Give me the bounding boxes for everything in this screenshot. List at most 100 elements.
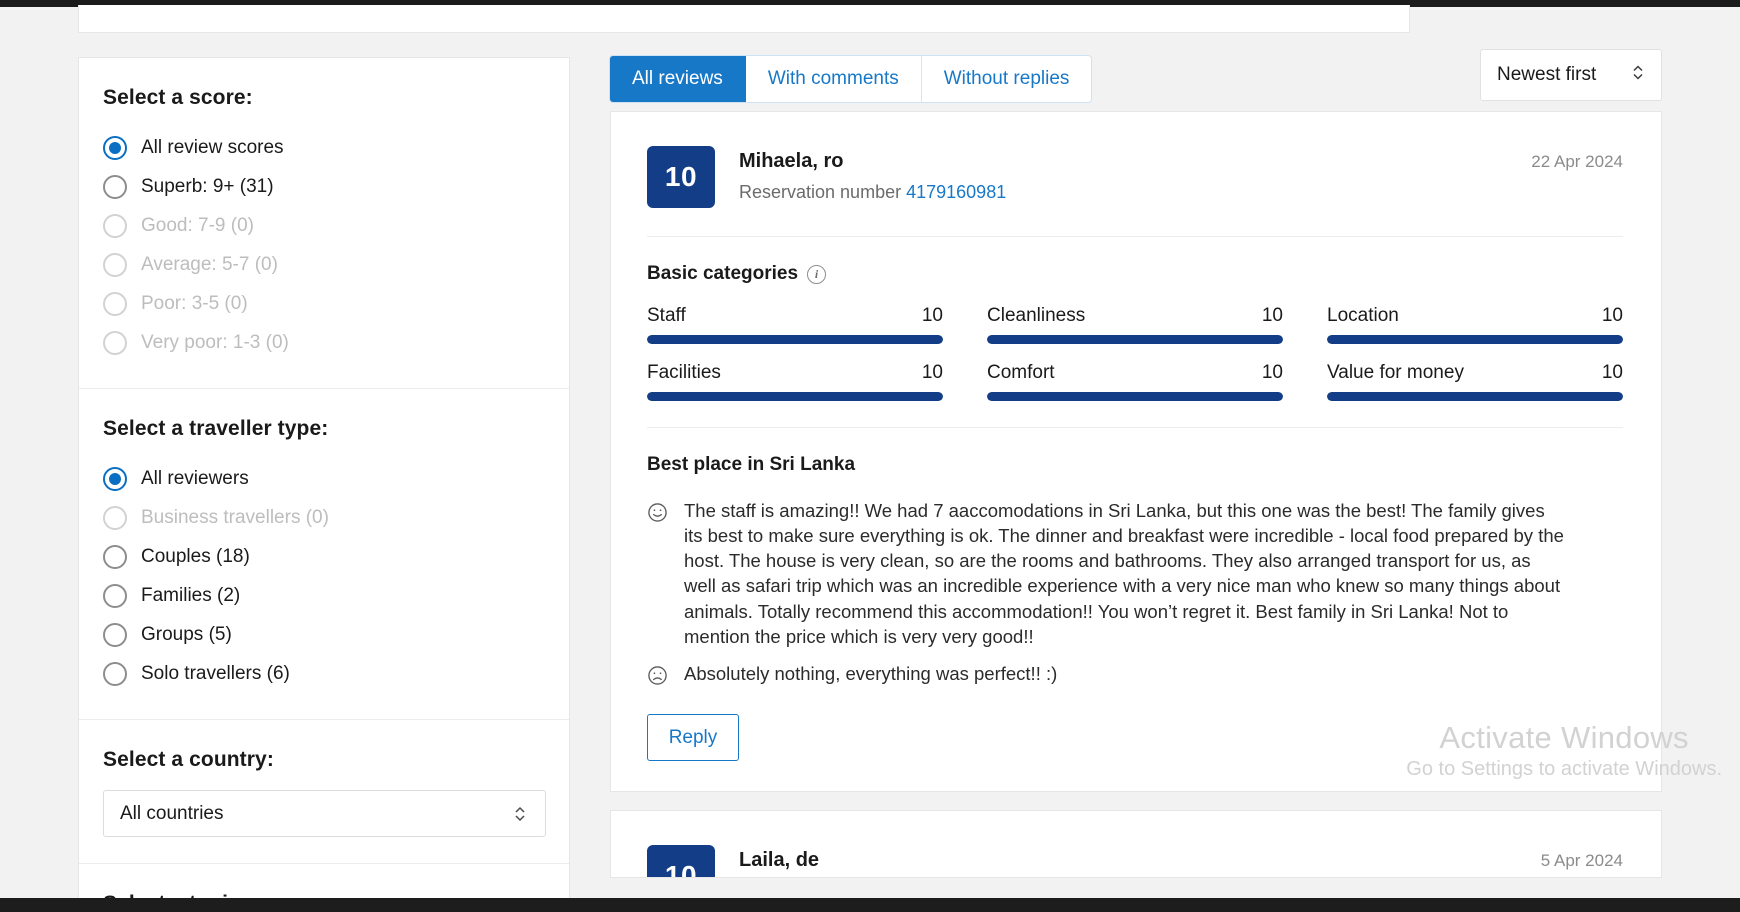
filter-option-label: Superb: 9+ (31) [141, 176, 274, 197]
basic-categories-label: Basic categories [647, 263, 799, 284]
category-item-value-for-money: Value for money 10 [1327, 362, 1623, 401]
category-value: 10 [921, 305, 943, 326]
chevron-updown-icon [513, 804, 527, 824]
reservation-label: Reservation number [739, 182, 902, 202]
chevron-updown-icon [1631, 63, 1645, 88]
info-icon[interactable]: i [807, 264, 827, 284]
tab-all-reviews[interactable]: All reviews [610, 56, 746, 102]
filter-option-very-poor: Very poor: 1-3 (0) [103, 323, 545, 362]
sort-order-value: Newest first [1497, 64, 1597, 85]
review-title: Best place in Sri Lanka [647, 454, 856, 475]
radio-icon[interactable] [103, 135, 127, 160]
negative-comment-row: Absolutely nothing, everything was perfe… [647, 661, 1623, 686]
filter-option-business-travellers: Business travellers (0) [103, 498, 545, 537]
category-item-facilities: Facilities 10 [647, 362, 943, 401]
frowny-face-icon [647, 665, 668, 686]
filter-option-label: Average: 5-7 (0) [141, 254, 278, 275]
category-name: Value for money [1327, 362, 1464, 383]
filter-option-label: Families (2) [141, 585, 241, 606]
reviews-toolbar: All reviews With comments Without replie… [610, 33, 1662, 111]
radio-icon [103, 330, 127, 355]
radio-icon[interactable] [103, 544, 127, 569]
review-card: 10 Laila, de 5 Apr 2024 [610, 810, 1662, 879]
country-select-value: All countries [120, 802, 224, 824]
reviewer-meta: Mihaela, ro Reservation number 417916098… [739, 146, 1006, 203]
filter-option-poor: Poor: 3-5 (0) [103, 284, 545, 323]
filter-section-traveller-type: Select a traveller type: All reviewers B… [79, 389, 569, 720]
category-item-cleanliness: Cleanliness 10 [987, 305, 1283, 344]
review-date: 22 Apr 2024 [1531, 152, 1623, 171]
category-value: 10 [1601, 362, 1623, 383]
category-name: Cleanliness [987, 305, 1086, 326]
positive-comment-text: The staff is amazing!! We had 7 aaccomod… [684, 500, 1564, 647]
category-bar [987, 392, 1283, 401]
filter-option-superb[interactable]: Superb: 9+ (31) [103, 167, 545, 206]
tab-without-replies[interactable]: Without replies [921, 56, 1092, 102]
positive-comment-row: The staff is amazing!! We had 7 aaccomod… [647, 498, 1623, 649]
category-value: 10 [921, 362, 943, 383]
category-bar [647, 335, 943, 344]
filter-option-average: Average: 5-7 (0) [103, 245, 545, 284]
radio-icon [103, 213, 127, 238]
category-bar [1327, 335, 1623, 344]
radio-icon [103, 291, 127, 316]
filter-option-label: Poor: 3-5 (0) [141, 293, 248, 314]
radio-icon[interactable] [103, 622, 127, 647]
review-body: Best place in Sri Lanka The staff is ama… [647, 428, 1623, 762]
tab-with-comments[interactable]: With comments [745, 56, 922, 102]
review-header: 10 Mihaela, ro Reservation number 417916… [647, 146, 1623, 237]
radio-icon [103, 505, 127, 530]
reservation-number-link[interactable]: 4179160981 [906, 182, 1006, 202]
filter-title-country: Select a country: [103, 748, 274, 771]
radio-icon[interactable] [103, 583, 127, 608]
basic-categories-section: Basic categories i Staff 10 Cleanliness … [647, 237, 1623, 428]
reviews-main: All reviews With comments Without replie… [610, 33, 1662, 879]
filter-option-couples[interactable]: Couples (18) [103, 537, 545, 576]
filter-title-traveller-type: Select a traveller type: [103, 417, 329, 440]
review-date: 5 Apr 2024 [1540, 851, 1623, 871]
filter-option-groups[interactable]: Groups (5) [103, 615, 545, 654]
category-name: Facilities [647, 362, 721, 383]
filter-section-score: Select a score: All review scores Superb… [79, 58, 569, 389]
reviews-page: Select a score: All review scores Superb… [0, 33, 1740, 912]
review-score-badge: 10 [647, 845, 715, 878]
filters-sidebar: Select a score: All review scores Superb… [78, 57, 570, 912]
radio-icon[interactable] [103, 466, 127, 491]
filter-title-score: Select a score: [103, 86, 253, 109]
reviewer-name: Mihaela, ro [739, 150, 844, 172]
category-name: Comfort [987, 362, 1055, 383]
category-value: 10 [1601, 305, 1623, 326]
tab-label: All reviews [632, 68, 723, 89]
tab-label: With comments [767, 68, 899, 89]
review-header: 10 Laila, de 5 Apr 2024 [647, 845, 1623, 878]
screen-root: Select a score: All review scores Superb… [0, 0, 1740, 912]
filter-option-solo-travellers[interactable]: Solo travellers (6) [103, 654, 545, 693]
page-content-top-fragment [78, 5, 1410, 33]
reviewer-name: Laila, de [739, 849, 820, 872]
tab-label: Without replies [943, 68, 1070, 89]
filter-option-label: Groups (5) [141, 624, 232, 645]
filter-option-families[interactable]: Families (2) [103, 576, 545, 615]
smiley-face-icon [647, 502, 668, 523]
filter-option-label: Very poor: 1-3 (0) [141, 332, 289, 353]
radio-icon[interactable] [103, 661, 127, 686]
sort-order-select[interactable]: Newest first [1480, 49, 1662, 101]
category-scores-grid: Staff 10 Cleanliness 10 Location 10 Faci… [647, 305, 1623, 401]
country-select[interactable]: All countries [103, 790, 546, 837]
review-card: 10 Mihaela, ro Reservation number 417916… [610, 111, 1662, 793]
reservation-line: Reservation number 4179160981 [739, 182, 1006, 203]
review-score-badge: 10 [647, 146, 715, 208]
filter-option-all-reviewers[interactable]: All reviewers [103, 459, 545, 498]
category-name: Staff [647, 305, 686, 326]
reply-button[interactable]: Reply [647, 714, 739, 762]
negative-comment-text: Absolutely nothing, everything was perfe… [684, 662, 1058, 684]
filter-option-good: Good: 7-9 (0) [103, 206, 545, 245]
category-value: 10 [1261, 305, 1283, 326]
filter-option-all-review-scores[interactable]: All review scores [103, 128, 545, 167]
category-item-staff: Staff 10 [647, 305, 943, 344]
filter-option-label: All reviewers [141, 468, 249, 489]
filter-section-country: Select a country: All countries [79, 720, 569, 864]
radio-icon[interactable] [103, 174, 127, 199]
filter-option-label: All review scores [141, 137, 284, 158]
category-name: Location [1327, 305, 1399, 326]
